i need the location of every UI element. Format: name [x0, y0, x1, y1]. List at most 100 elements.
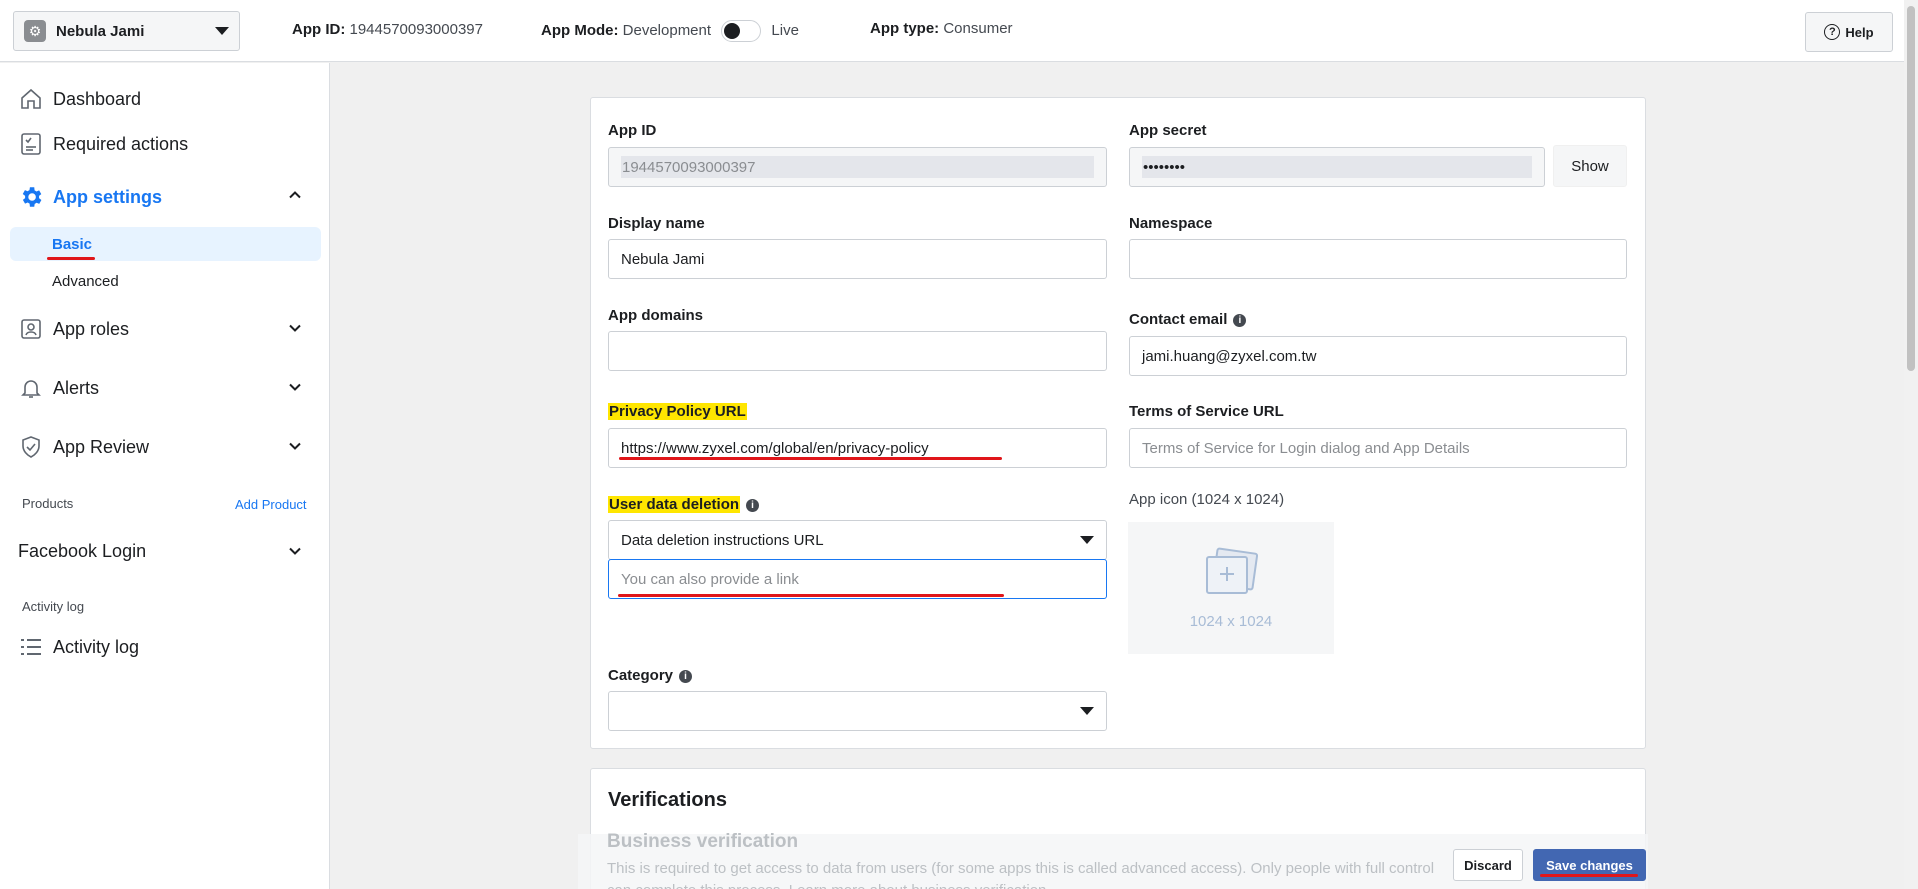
user-data-deletion-selected: Data deletion instructions URL [621, 531, 824, 549]
app-id-value: 1944570093000397 [349, 21, 483, 38]
sidebar-item-label: Dashboard [53, 88, 142, 109]
sidebar-item-required-actions[interactable]: Required actions [18, 131, 302, 157]
privacy-policy-label-text: Privacy Policy URL [608, 403, 747, 420]
caret-down-icon [1080, 536, 1094, 544]
category-label-text: Category [608, 667, 674, 684]
tos-label: Terms of Service URL [1129, 403, 1284, 420]
list-icon [18, 634, 44, 660]
annotation-underline [618, 594, 1004, 597]
user-data-deletion-label: User data deletion i [608, 496, 760, 513]
info-icon[interactable]: i [679, 669, 693, 683]
sidebar-item-label: Alerts [53, 377, 100, 398]
sidebar-item-label: Required actions [53, 133, 189, 154]
app-mode-live: Live [771, 21, 799, 39]
category-select[interactable] [608, 691, 1107, 731]
shield-check-icon [18, 434, 44, 460]
sidebar-item-app-settings[interactable]: App settings [18, 184, 302, 210]
business-verification-text-line2: can complete this process. Learn more ab… [607, 880, 1527, 889]
app-type-label: App type: [870, 20, 940, 37]
sidebar-item-label: Facebook Login [18, 541, 147, 561]
info-icon[interactable]: i [746, 498, 760, 512]
sidebar-item-facebook-login[interactable]: Facebook Login [18, 541, 302, 562]
user-data-deletion-link-input[interactable]: You can also provide a link [608, 559, 1107, 599]
gear-icon [18, 184, 44, 210]
contact-email-value: jami.huang@zyxel.com.tw [1142, 347, 1317, 365]
app-mode-toggle[interactable] [721, 20, 762, 42]
app-switcher[interactable]: ⚙ Nebula Jami [13, 11, 240, 51]
sidebar-item-label: Activity log [53, 636, 140, 657]
display-name-label: Display name [608, 215, 705, 232]
scrollbar-thumb[interactable] [1907, 6, 1915, 371]
sidebar-item-label: App settings [53, 186, 163, 207]
id-badge-icon [18, 316, 44, 342]
page-scrollbar[interactable] [1904, 0, 1918, 889]
app-icon-upload[interactable]: 1024 x 1024 [1128, 522, 1334, 654]
sidebar-subitem-basic[interactable]: Basic [10, 227, 321, 261]
app-id-field[interactable]: 1944570093000397 [608, 147, 1107, 187]
app-domains-label: App domains [608, 307, 704, 324]
checklist-icon [18, 131, 44, 157]
app-secret-value: •••••••• [1142, 156, 1532, 178]
privacy-policy-value: https://www.zyxel.com/global/en/privacy-… [621, 439, 929, 457]
business-verification-text: This is required to get access to data f… [607, 858, 1527, 889]
contact-email-label: Contact email i [1129, 311, 1247, 328]
sidebar-item-label: Advanced [52, 272, 119, 290]
chevron-down-icon [288, 378, 302, 399]
sidebar-item-alerts[interactable]: Alerts [18, 375, 302, 401]
app-secret-field[interactable]: •••••••• [1129, 147, 1545, 187]
app-mode-label: App Mode: [541, 21, 619, 39]
sidebar-item-activity-log[interactable]: Activity log [18, 634, 302, 660]
contact-email-label-text: Contact email [1129, 311, 1228, 328]
user-data-deletion-link-placeholder: You can also provide a link [621, 570, 799, 588]
app-id-field-value: 1944570093000397 [621, 156, 1094, 178]
sidebar-item-app-roles[interactable]: App roles [18, 316, 302, 342]
app-mode-value: Development [622, 21, 712, 39]
chevron-down-icon [288, 437, 302, 458]
privacy-policy-field[interactable]: https://www.zyxel.com/global/en/privacy-… [608, 428, 1107, 468]
namespace-field[interactable] [1129, 239, 1627, 279]
app-domains-field[interactable] [608, 331, 1107, 371]
info-icon[interactable]: i [1233, 313, 1247, 327]
annotation-underline [619, 457, 1002, 460]
verifications-title: Verifications [608, 789, 727, 811]
app-mode-info: App Mode: Development Live [541, 20, 799, 42]
app-icon-label: App icon (1024 x 1024) [1129, 491, 1285, 508]
app-icon-dimensions: 1024 x 1024 [1189, 612, 1273, 630]
basic-settings-panel [590, 97, 1646, 749]
products-section-label: Products [22, 496, 74, 511]
toggle-knob [724, 23, 741, 39]
contact-email-field[interactable]: jami.huang@zyxel.com.tw [1129, 336, 1627, 376]
app-name: Nebula Jami [56, 22, 145, 40]
display-name-value: Nebula Jami [621, 250, 705, 268]
category-label: Category i [608, 667, 693, 684]
business-verification-text-line1: This is required to get access to data f… [607, 860, 1435, 877]
app-id-label: App ID: [292, 21, 346, 38]
show-secret-button[interactable]: Show [1553, 145, 1627, 187]
discard-button[interactable]: Discard [1453, 849, 1523, 881]
business-verification-title: Business verification [607, 831, 799, 852]
sidebar-item-label: App Review [53, 436, 150, 457]
app-id-info: App ID: 1944570093000397 [292, 21, 483, 38]
annotation-underline [1540, 874, 1638, 877]
app-id-field-label: App ID [608, 122, 657, 139]
app-secret-label: App secret [1129, 122, 1207, 139]
sidebar-item-app-review[interactable]: App Review [18, 434, 302, 460]
privacy-policy-label: Privacy Policy URL [608, 403, 747, 420]
top-bar: ⚙ Nebula Jami App ID: 1944570093000397 A… [0, 0, 1904, 62]
help-button[interactable]: ? Help [1805, 12, 1893, 52]
user-data-deletion-label-text: User data deletion [608, 496, 741, 513]
annotation-underline [47, 257, 95, 260]
sidebar-item-dashboard[interactable]: Dashboard [18, 86, 302, 112]
tos-field[interactable]: Terms of Service for Login dialog and Ap… [1129, 428, 1627, 468]
activity-log-section-label: Activity log [22, 599, 85, 614]
app-gear-icon: ⚙ [24, 20, 46, 42]
namespace-label: Namespace [1129, 215, 1213, 232]
sidebar-subitem-advanced[interactable]: Advanced [10, 264, 321, 298]
add-product-link[interactable]: Add Product [235, 497, 307, 512]
user-data-deletion-select[interactable]: Data deletion instructions URL [608, 520, 1107, 560]
chevron-up-icon [288, 187, 302, 208]
help-label: Help [1845, 24, 1874, 40]
display-name-field[interactable]: Nebula Jami [608, 239, 1107, 279]
home-icon [18, 86, 44, 112]
sidebar-item-label: Basic [52, 235, 93, 253]
